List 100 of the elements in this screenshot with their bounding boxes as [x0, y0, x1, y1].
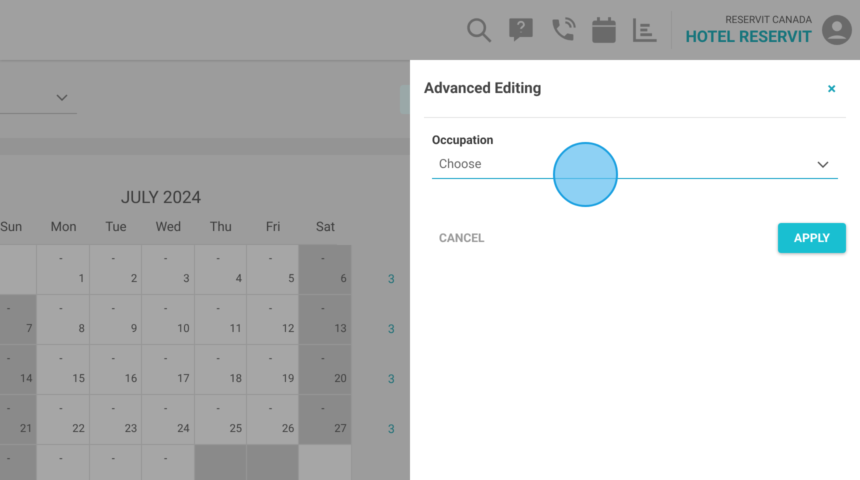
day-cell[interactable]: - 16 — [90, 345, 142, 395]
cell-value: - — [59, 251, 62, 267]
cell-value: - — [7, 351, 10, 367]
day-cell[interactable]: - — [0, 445, 38, 480]
cell-value: - — [112, 251, 115, 267]
cell-value: - — [59, 401, 62, 417]
day-number: 11 — [230, 320, 242, 336]
day-number: 13 — [334, 320, 347, 336]
day-cell[interactable]: - 19 — [246, 345, 300, 395]
day-number: 15 — [72, 370, 85, 386]
day-cell[interactable] — [299, 445, 352, 480]
dropdown-field[interactable] — [0, 94, 77, 114]
cell-value: - — [164, 251, 168, 267]
day-cell[interactable]: - 22 — [37, 395, 90, 445]
company-name: RESERVIT CANADA — [726, 16, 812, 26]
day-cell[interactable] — [194, 445, 247, 480]
cell-value: - — [321, 251, 324, 267]
cell-value: - — [216, 251, 220, 267]
weekday-label: Wed — [154, 220, 182, 237]
day-cell[interactable]: - 8 — [37, 295, 90, 345]
week-total: 3 — [388, 271, 395, 288]
day-number: 19 — [282, 370, 294, 386]
day-cell[interactable]: - 2 — [90, 245, 142, 295]
cell-value: - — [112, 451, 115, 467]
day-number: 23 — [124, 420, 138, 436]
cell-value: - — [268, 301, 272, 317]
day-cell[interactable] — [246, 445, 300, 480]
week-total: 3 — [388, 421, 395, 438]
cell-value: - — [7, 451, 10, 467]
day-number: 20 — [334, 370, 347, 386]
day-cell[interactable]: - 1 — [37, 245, 90, 295]
weekday-label: Mon — [50, 220, 78, 237]
cancel-button[interactable]: CANCEL — [439, 229, 484, 247]
search-icon[interactable] — [464, 16, 493, 44]
chart-icon[interactable] — [630, 16, 659, 44]
cell-value: - — [59, 301, 62, 317]
cell-value: - — [59, 351, 62, 367]
avatar-icon[interactable] — [822, 15, 852, 45]
cell-value: - — [59, 451, 62, 467]
day-cell[interactable]: - 13 — [299, 295, 352, 345]
day-number: 26 — [282, 420, 294, 436]
day-cell[interactable]: - 21 — [0, 395, 38, 445]
day-number: 14 — [20, 370, 32, 386]
cell-value: - — [268, 351, 272, 367]
cell-value: - — [216, 351, 220, 367]
cell-value: - — [164, 401, 168, 417]
cell-value: - — [7, 301, 10, 317]
day-cell[interactable]: - 4 — [194, 245, 247, 295]
day-cell[interactable]: - 17 — [142, 345, 195, 395]
cell-value: - — [164, 301, 168, 317]
day-cell[interactable]: - — [90, 445, 142, 480]
weekday-label: Sun — [0, 220, 24, 237]
day-number: 3 — [183, 270, 190, 286]
day-cell[interactable]: - 12 — [246, 295, 300, 345]
cell-value: - — [7, 401, 10, 417]
close-button[interactable]: × — [828, 80, 836, 96]
day-cell[interactable]: - 14 — [0, 345, 38, 395]
day-number: 9 — [130, 320, 138, 336]
day-cell[interactable]: - — [37, 445, 90, 480]
week-total: 3 — [388, 371, 395, 388]
day-cell[interactable]: - 6 — [299, 245, 352, 295]
day-cell[interactable]: - 7 — [0, 295, 38, 345]
day-cell[interactable]: - — [142, 445, 195, 480]
day-cell[interactable]: - 27 — [299, 395, 352, 445]
day-cell[interactable]: - 25 — [194, 395, 247, 445]
day-cell[interactable]: - 23 — [90, 395, 142, 445]
help-chat-icon[interactable] — [506, 16, 535, 44]
day-number: 7 — [26, 320, 32, 336]
chevron-icon — [56, 94, 68, 102]
weekday-label: Sat — [315, 220, 336, 237]
day-cell[interactable]: - 5 — [246, 245, 300, 295]
day-cell[interactable]: - 11 — [194, 295, 247, 345]
cell-value: - — [268, 401, 272, 417]
calendar-icon[interactable] — [590, 16, 617, 44]
day-number: 17 — [177, 370, 190, 386]
day-number: 18 — [230, 370, 242, 386]
day-cell[interactable]: - 24 — [142, 395, 195, 445]
day-cell[interactable]: - 10 — [142, 295, 195, 345]
day-number: 21 — [20, 420, 32, 436]
weekday-label: Thu — [208, 220, 233, 237]
day-number: 5 — [288, 270, 294, 286]
day-number: 1 — [78, 270, 85, 286]
day-cell[interactable]: - 15 — [37, 345, 90, 395]
day-number: 4 — [236, 270, 242, 286]
day-cell[interactable]: - 20 — [299, 345, 352, 395]
day-cell[interactable]: - 18 — [194, 345, 247, 395]
day-number: 10 — [177, 320, 190, 336]
cell-value: - — [112, 351, 115, 367]
cell-value: - — [321, 351, 324, 367]
day-cell[interactable]: - 26 — [246, 395, 300, 445]
calendar-title: JULY 2024 — [120, 188, 202, 208]
day-cell[interactable]: - 3 — [142, 245, 195, 295]
cell-value: - — [164, 351, 168, 367]
weekday-label: Fri — [264, 220, 282, 237]
day-cell[interactable] — [0, 245, 38, 295]
day-number: 22 — [72, 420, 85, 436]
cell-value: - — [268, 251, 272, 267]
day-number: 12 — [282, 320, 294, 336]
cell-value: - — [164, 451, 168, 467]
day-cell[interactable]: - 9 — [90, 295, 142, 345]
